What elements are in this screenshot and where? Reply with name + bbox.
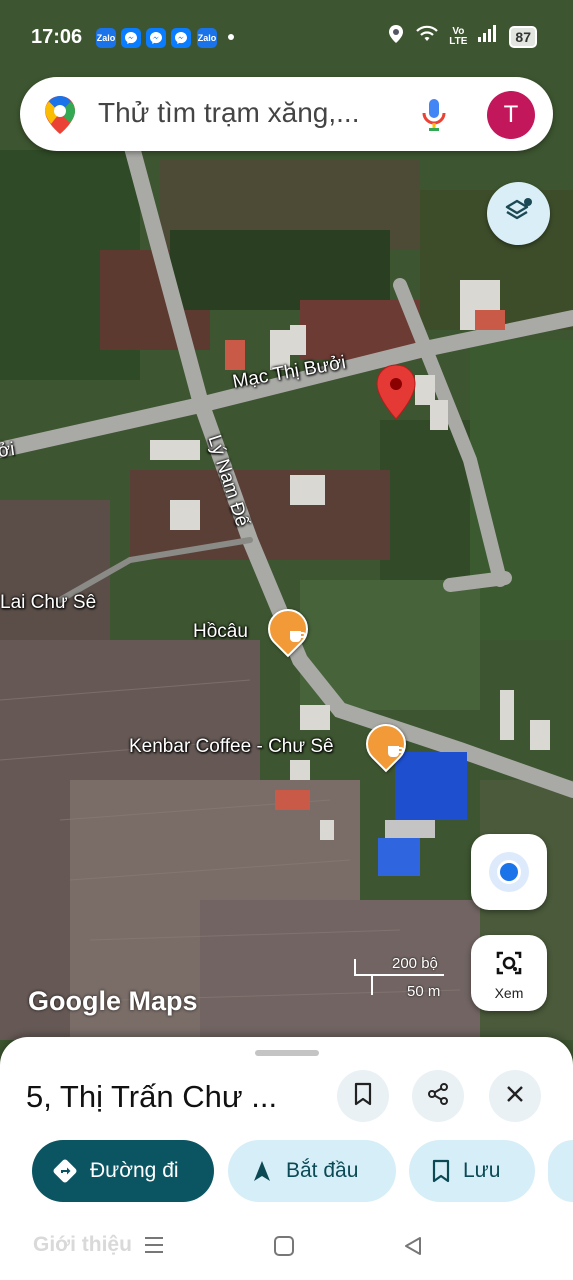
- share-icon: [426, 1082, 450, 1111]
- place-label-kenbar[interactable]: Kenbar Coffee - Chư Sê: [129, 736, 334, 758]
- sheet-drag-handle[interactable]: [255, 1050, 319, 1056]
- recent-apps-icon[interactable]: [142, 1235, 166, 1260]
- avatar[interactable]: T: [487, 91, 535, 139]
- search-bar[interactable]: Thử tìm trạm xăng,... T: [20, 77, 553, 151]
- volte-icon: Vo LTE: [449, 25, 468, 47]
- layers-icon: [503, 195, 535, 232]
- directions-button[interactable]: Đường đi: [32, 1140, 214, 1202]
- camera-lens-icon: [495, 949, 523, 982]
- my-location-icon: [497, 860, 521, 884]
- save-label: Lưu: [463, 1159, 501, 1182]
- messenger-icon: [146, 28, 166, 48]
- more-notifications-dot: [228, 34, 234, 40]
- save-button[interactable]: [337, 1070, 389, 1122]
- save-chip-button[interactable]: Lưu: [409, 1140, 535, 1202]
- status-bar: 17:06 Zalo Zalo Vo LTE 87: [0, 0, 573, 76]
- lens-view-button[interactable]: Xem: [471, 935, 547, 1011]
- lens-label: Xem: [494, 985, 524, 1001]
- status-time: 17:06: [31, 26, 83, 48]
- place-label-hocau[interactable]: Hồcâu: [193, 621, 248, 643]
- messenger-icon: [121, 28, 141, 48]
- scale-imperial: 200 bộ: [392, 955, 438, 972]
- zalo-icon: Zalo: [96, 28, 116, 48]
- microphone-icon[interactable]: [420, 97, 448, 138]
- home-icon[interactable]: [273, 1235, 295, 1262]
- google-maps-logo: Google Maps: [28, 986, 198, 1016]
- more-chip-button[interactable]: [548, 1140, 573, 1202]
- directions-label: Đường đi: [90, 1159, 179, 1182]
- battery-indicator: 87: [509, 25, 537, 48]
- place-title: 5, Thị Trấn Chư ...: [26, 1079, 278, 1114]
- share-button[interactable]: [412, 1070, 464, 1122]
- close-icon: [505, 1084, 525, 1109]
- search-input[interactable]: Thử tìm trạm xăng,...: [98, 97, 359, 129]
- scale-metric: 50 m: [407, 983, 441, 1000]
- street-label-cut: ởi: [0, 438, 16, 463]
- back-icon[interactable]: [402, 1235, 424, 1262]
- navigation-arrow-icon: [250, 1159, 286, 1183]
- bookmark-icon: [431, 1159, 463, 1183]
- google-maps-pin-icon: [42, 94, 78, 141]
- street-label-lai-chu-se[interactable]: Lai Chư Sê: [0, 592, 96, 614]
- wifi-icon: [415, 25, 439, 48]
- signal-icon: [477, 25, 499, 48]
- close-button[interactable]: [489, 1070, 541, 1122]
- start-button[interactable]: Bắt đầu: [228, 1140, 396, 1202]
- zalo-icon: Zalo: [197, 28, 217, 48]
- tab-intro[interactable]: Giới thiệu: [33, 1233, 132, 1257]
- location-icon: [387, 24, 405, 49]
- place-bottom-sheet[interactable]: 5, Thị Trấn Chư ... Đường đi Bắt đầu Lưu…: [0, 1037, 573, 1280]
- layers-button[interactable]: [487, 182, 550, 245]
- bookmark-icon: [353, 1082, 373, 1111]
- directions-icon: [52, 1158, 90, 1184]
- messenger-icon: [171, 28, 191, 48]
- my-location-button[interactable]: [471, 834, 547, 910]
- start-label: Bắt đầu: [286, 1159, 359, 1182]
